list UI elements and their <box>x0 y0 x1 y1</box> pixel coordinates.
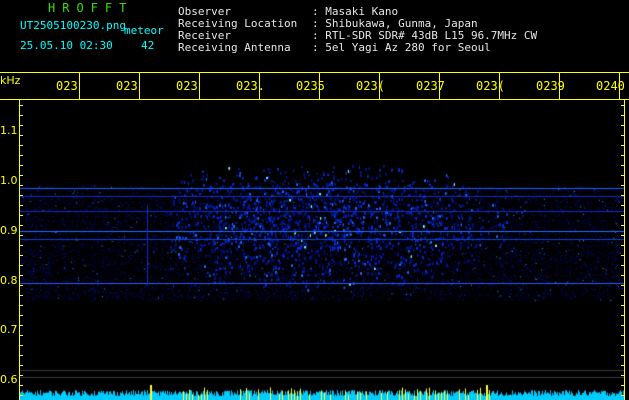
y-tick-label: 0.6 <box>0 373 18 386</box>
count-label: 42 <box>141 39 155 52</box>
time-tick: 0240 <box>596 79 625 93</box>
y-tick-label: 0.8 <box>0 274 18 287</box>
time-tick: 0239 <box>536 79 565 93</box>
time-tick: 023. <box>236 79 265 93</box>
time-tick: 023 <box>56 79 78 93</box>
y-tick-label: 0.7 <box>0 323 18 336</box>
time-tick: 0235 <box>296 79 325 93</box>
y-tick-label: 1.1 <box>0 124 18 137</box>
filename-label: UT2505100230.png <box>20 19 126 32</box>
time-tick: 023 <box>176 79 198 93</box>
time-tick: 023( <box>476 79 505 93</box>
time-tick: 0237 <box>416 79 445 93</box>
time-tick: 023( <box>356 79 385 93</box>
unit-label: kHz <box>0 74 21 87</box>
subtitle-label: meteor <box>124 24 164 37</box>
antenna-value: : 5el Yagi Az 280 for Seoul <box>312 41 491 54</box>
datetime-label: 25.05.10 02:30 <box>20 39 113 52</box>
time-tick: 023 <box>116 79 138 93</box>
y-tick-label: 1.0 <box>0 174 18 187</box>
antenna-label: Receiving Antenna <box>178 41 291 54</box>
y-tick-label: 0.9 <box>0 224 18 237</box>
hrofft-logo: HROFFT <box>48 1 134 15</box>
spectrogram-canvas <box>20 100 625 400</box>
